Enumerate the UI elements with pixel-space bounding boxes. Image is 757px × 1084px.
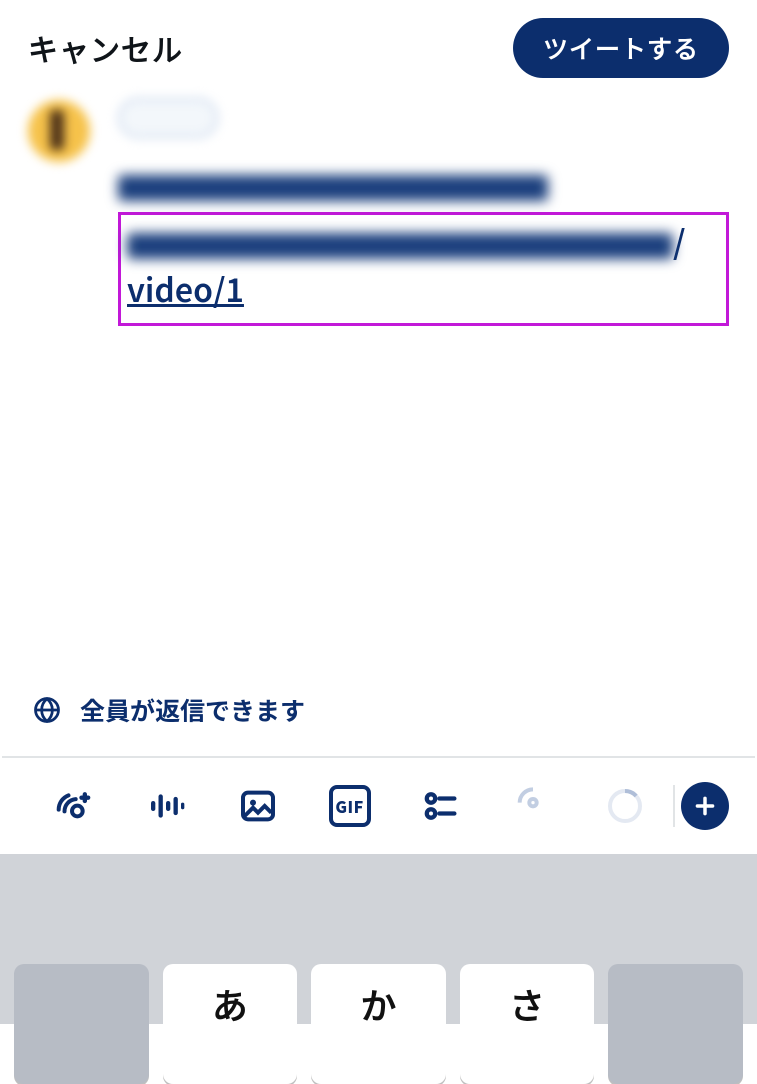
image-icon xyxy=(238,786,278,826)
poll-icon xyxy=(421,786,461,826)
progress-ring-icon xyxy=(605,786,645,826)
voice-icon xyxy=(54,786,94,826)
spaces-icon xyxy=(146,786,186,826)
globe-icon xyxy=(32,695,62,725)
add-location-button[interactable] xyxy=(487,786,579,826)
soft-keyboard[interactable]: あ か さ xyxy=(0,854,757,1024)
keyboard-key-system-left[interactable] xyxy=(14,964,149,1084)
add-poll-button[interactable] xyxy=(396,786,488,826)
location-icon xyxy=(513,786,553,826)
toolbar-separator xyxy=(673,785,675,827)
blurred-url-line-1 xyxy=(118,175,548,201)
plus-icon xyxy=(692,793,718,819)
compose-toolbar: GIF xyxy=(0,770,757,842)
reply-settings-label: 全員が返信できます xyxy=(80,692,305,728)
divider xyxy=(2,756,755,758)
reply-settings-button[interactable]: 全員が返信できます xyxy=(0,692,757,728)
keyboard-key-a[interactable]: あ xyxy=(163,964,298,1084)
keyboard-key-sa[interactable]: さ xyxy=(460,964,595,1084)
blurred-url-line-2 xyxy=(127,233,673,259)
avatar xyxy=(28,100,90,162)
cancel-button[interactable]: キャンセル xyxy=(28,26,183,70)
character-count xyxy=(579,786,671,826)
voice-tweet-button[interactable] xyxy=(28,786,120,826)
audience-selector[interactable] xyxy=(118,98,218,138)
tweet-button[interactable]: ツイートする xyxy=(513,18,729,78)
add-thread-button[interactable] xyxy=(681,782,729,830)
add-photo-button[interactable] xyxy=(212,786,304,826)
instruction-highlight-box: / video/1 xyxy=(118,212,729,326)
compose-area: / video/1 xyxy=(0,88,757,326)
add-gif-button[interactable]: GIF xyxy=(304,785,396,827)
tweet-link-text: video/1 xyxy=(127,266,244,312)
keyboard-key-ka[interactable]: か xyxy=(311,964,446,1084)
tweet-text-input[interactable]: / video/1 xyxy=(118,161,729,326)
keyboard-key-system-right[interactable] xyxy=(608,964,743,1084)
gif-icon: GIF xyxy=(329,785,371,827)
spaces-button[interactable] xyxy=(120,786,212,826)
